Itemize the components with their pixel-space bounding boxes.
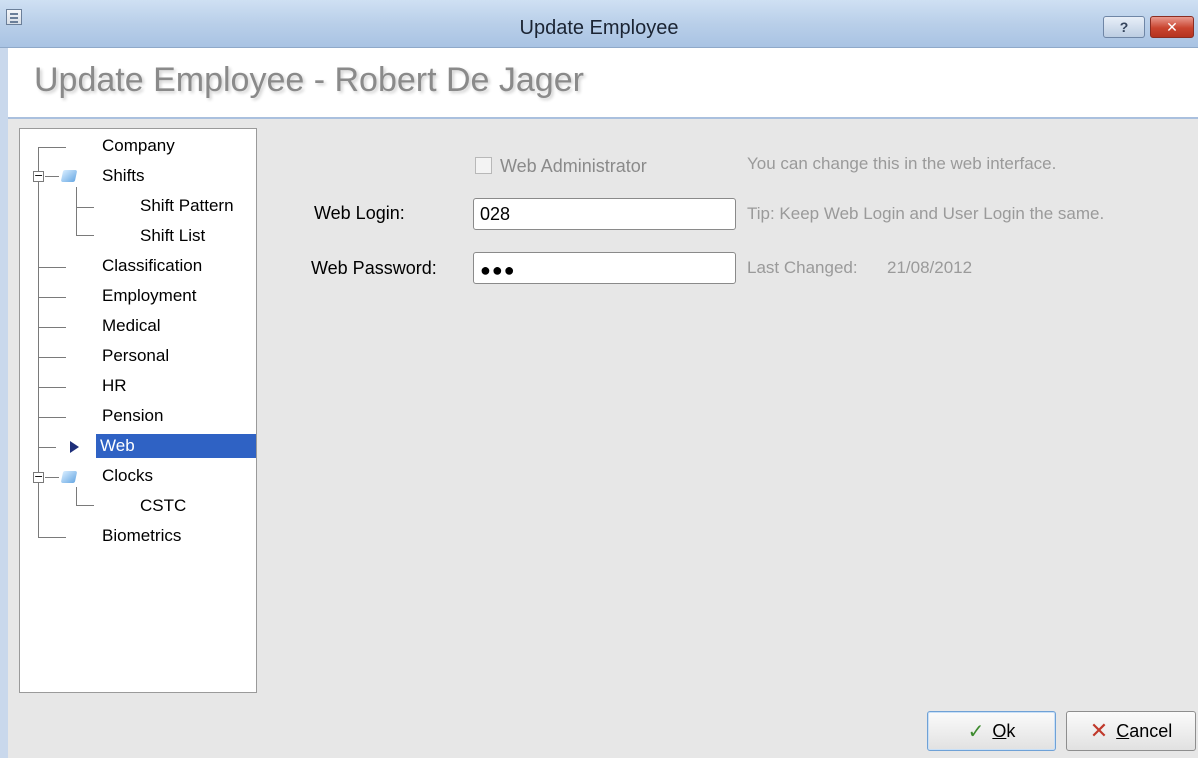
tree-line bbox=[76, 487, 77, 505]
tree-line bbox=[38, 387, 66, 388]
tree-item-clocks[interactable]: Clocks bbox=[98, 464, 157, 488]
tree-line bbox=[76, 235, 94, 236]
navigation-tree[interactable]: − − Company Shifts Shift Pattern Shift L… bbox=[19, 128, 257, 693]
title-bar: Update Employee ? ✕ bbox=[0, 0, 1198, 48]
page-title: Update Employee - Robert De Jager bbox=[34, 61, 584, 99]
cancel-button-label: Cancel bbox=[1116, 720, 1173, 741]
collapse-icon[interactable]: − bbox=[33, 170, 44, 182]
tree-item-personal[interactable]: Personal bbox=[98, 344, 173, 368]
last-changed-value: 21/08/2012 bbox=[887, 258, 973, 277]
last-changed-label: Last Changed: bbox=[747, 258, 858, 277]
check-icon: ✓ bbox=[967, 719, 985, 743]
tree-line bbox=[45, 176, 59, 177]
web-login-label: Web Login: bbox=[314, 203, 405, 223]
web-password-label: Web Password: bbox=[311, 258, 437, 278]
tree-item-shift-pattern[interactable]: Shift Pattern bbox=[136, 194, 238, 218]
tree-item-hr[interactable]: HR bbox=[98, 374, 131, 398]
tree-line bbox=[76, 187, 77, 235]
web-administrator-label: Web Administrator bbox=[500, 156, 647, 176]
tree-item-web[interactable]: Web bbox=[96, 434, 256, 458]
current-item-arrow-icon bbox=[70, 441, 79, 453]
window-left-border bbox=[0, 48, 8, 758]
close-button[interactable]: ✕ bbox=[1150, 16, 1194, 38]
ok-button[interactable]: ✓ Ok bbox=[927, 711, 1056, 751]
web-login-tip: Tip: Keep Web Login and User Login the s… bbox=[747, 204, 1105, 223]
tree-line bbox=[38, 267, 66, 268]
tree-line bbox=[38, 297, 66, 298]
tree-line bbox=[76, 207, 94, 208]
tree-line bbox=[45, 477, 59, 478]
tree-item-shift-list[interactable]: Shift List bbox=[136, 224, 209, 248]
cancel-button[interactable]: ✕ Cancel bbox=[1066, 711, 1196, 751]
tree-item-medical[interactable]: Medical bbox=[98, 314, 165, 338]
web-admin-hint: You can change this in the web interface… bbox=[747, 154, 1057, 173]
tree-item-classification[interactable]: Classification bbox=[98, 254, 206, 278]
window-title: Update Employee bbox=[519, 17, 679, 39]
collapse-icon[interactable]: − bbox=[33, 471, 44, 483]
web-login-input[interactable] bbox=[473, 198, 736, 230]
tree-item-company[interactable]: Company bbox=[98, 134, 179, 158]
tree-item-employment[interactable]: Employment bbox=[98, 284, 200, 308]
folder-icon bbox=[60, 471, 78, 483]
tree-item-cstc[interactable]: CSTC bbox=[136, 494, 190, 518]
password-mask: ●●● bbox=[480, 260, 516, 280]
folder-icon bbox=[60, 170, 78, 182]
tree-line bbox=[38, 357, 66, 358]
cancel-x-icon: ✕ bbox=[1089, 718, 1109, 744]
tree-line bbox=[76, 505, 94, 506]
tree-line bbox=[38, 537, 66, 538]
tree-line bbox=[38, 147, 66, 148]
tree-line bbox=[38, 327, 66, 328]
header-banner: Update Employee - Robert De Jager bbox=[8, 48, 1198, 119]
tree-item-biometrics[interactable]: Biometrics bbox=[98, 524, 185, 548]
ok-button-label: Ok bbox=[992, 720, 1016, 741]
tree-line bbox=[38, 447, 56, 448]
tree-item-shifts[interactable]: Shifts bbox=[98, 164, 149, 188]
tree-item-pension[interactable]: Pension bbox=[98, 404, 167, 428]
web-administrator-checkbox[interactable] bbox=[475, 157, 492, 174]
help-button[interactable]: ? bbox=[1103, 16, 1145, 38]
tree-line bbox=[38, 417, 66, 418]
